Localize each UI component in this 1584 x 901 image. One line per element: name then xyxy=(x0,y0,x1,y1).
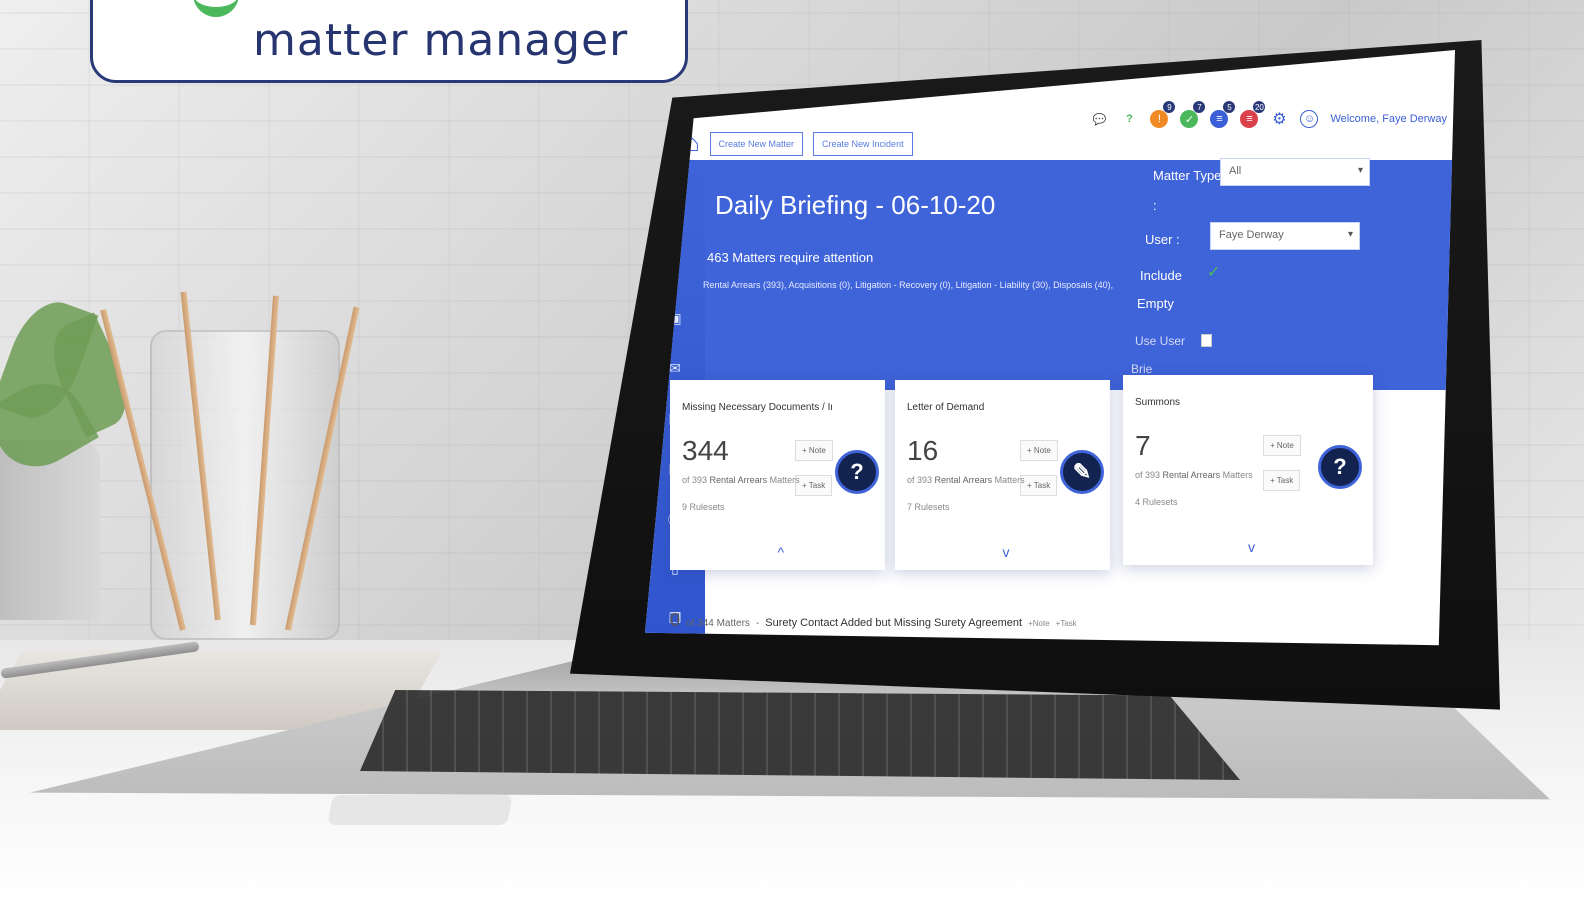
gear-icon[interactable]: ⚙ xyxy=(1270,110,1288,128)
welcome-text: Welcome, Faye Derway xyxy=(1330,113,1447,125)
chevron-down-icon[interactable]: v xyxy=(1248,539,1255,555)
ruleset-count: 0 xyxy=(670,610,681,630)
chat-icon[interactable]: 💬 xyxy=(1090,110,1108,128)
logo-text: matter manager xyxy=(253,15,629,66)
missing-document-icon: ? xyxy=(835,450,879,494)
add-task-button[interactable]: + Task xyxy=(1020,475,1058,496)
summons-person-icon: ? xyxy=(1318,445,1362,489)
card-letter-of-demand[interactable]: Letter of Demand 16 + Note + Task of 393… xyxy=(895,380,1110,570)
matter-type-colon: : xyxy=(1153,198,1157,213)
ruleset-add-task-button[interactable]: +Task xyxy=(1056,619,1077,628)
ruleset-name: Surety Contact Added but Missing Surety … xyxy=(765,617,1023,629)
card-rulesets: 7 Rulesets xyxy=(907,502,950,512)
create-matter-button[interactable]: Create New Matter xyxy=(709,132,804,156)
header-icons: 💬 ? ! 9 ✓ 7 ≡ 5 ≡ 20 ⚙ ☺ Welcome, Faye Derwa… xyxy=(1090,101,1447,128)
ruleset-total: of 344 Matters xyxy=(686,618,750,629)
list-icon[interactable]: ≡ 5 xyxy=(1210,101,1236,128)
nav-row: ⌂ Create New Matter Create New Incident xyxy=(685,130,913,158)
logo-badge: matter manager xyxy=(90,0,688,83)
card-rulesets: 9 Rulesets xyxy=(682,502,725,512)
add-note-button[interactable]: + Note xyxy=(1263,435,1301,456)
alert-icon[interactable]: ! 9 xyxy=(1150,101,1176,128)
brief-label: Brie xyxy=(1131,362,1153,376)
add-note-button[interactable]: + Note xyxy=(1020,440,1058,461)
task-check-icon[interactable]: ✓ 7 xyxy=(1180,101,1206,128)
plant-pot xyxy=(0,440,100,620)
user-label: User : xyxy=(1145,232,1180,247)
empty-label: Empty xyxy=(1137,296,1174,311)
flag-badge: 20 xyxy=(1253,101,1266,113)
task-badge: 7 xyxy=(1193,101,1206,113)
include-empty-checkmark-icon[interactable]: ✓ xyxy=(1207,262,1220,282)
card-title: Missing Necessary Documents / Informa... xyxy=(682,402,832,413)
letter-icon: ✎ xyxy=(1060,450,1104,494)
chevron-down-icon[interactable]: v xyxy=(1003,544,1010,560)
matter-type-select[interactable]: All xyxy=(1220,158,1370,186)
include-label: Include xyxy=(1140,268,1182,283)
logo-mark xyxy=(193,0,239,17)
create-incident-button[interactable]: Create New Incident xyxy=(813,132,913,156)
card-missing-documents[interactable]: Missing Necessary Documents / Informa...… xyxy=(670,380,885,570)
card-of-matters: of 393 Rental Arrears Matters xyxy=(682,475,800,485)
help-icon[interactable]: ? xyxy=(1120,110,1138,128)
ruleset-add-note-button[interactable]: +Note xyxy=(1028,619,1050,628)
user-avatar-icon[interactable]: ☺ xyxy=(1300,110,1319,128)
card-title: Letter of Demand xyxy=(907,402,985,413)
ruleset-row: 0 of 344 Matters - Surety Contact Added … xyxy=(670,610,1077,631)
briefing-title: Daily Briefing - 06-10-20 xyxy=(715,190,996,220)
alert-badge: 9 xyxy=(1163,101,1176,113)
card-title: Summons xyxy=(1135,397,1181,408)
card-summons[interactable]: Summons 7 + Note + Task of 393 Rental Ar… xyxy=(1123,375,1373,565)
use-user-checkbox[interactable] xyxy=(1201,334,1212,347)
user-value: Faye Derway xyxy=(1219,229,1284,241)
user-select[interactable]: Faye Derway xyxy=(1210,222,1360,250)
card-of-matters: of 393 Rental Arrears Matters xyxy=(1135,470,1253,480)
add-note-button[interactable]: + Note xyxy=(795,440,833,461)
flag-list-icon[interactable]: ≡ 20 xyxy=(1240,101,1266,128)
ruleset-separator: - xyxy=(755,618,760,629)
card-of-matters: of 393 Rental Arrears Matters xyxy=(907,475,1025,485)
laptop-keyboard xyxy=(360,690,1240,780)
chevron-up-icon[interactable]: ^ xyxy=(778,544,785,560)
card-count: 7 xyxy=(1135,430,1151,461)
matter-type-value: All xyxy=(1229,165,1242,177)
matter-type-label: Matter Type xyxy=(1153,168,1222,183)
card-rulesets: 4 Rulesets xyxy=(1135,497,1178,507)
list-badge: 5 xyxy=(1223,101,1236,113)
briefing-breakdown: Rental Arrears (393), Acquisitions (0), … xyxy=(703,280,1114,290)
laptop-trackpad xyxy=(327,795,513,825)
add-task-button[interactable]: + Task xyxy=(795,475,833,496)
card-count: 16 xyxy=(907,435,939,466)
laptop-screen: 💬 ? ! 9 ✓ 7 ≡ 5 ≡ 20 ⚙ ☺ Welcome, Faye Derwa… xyxy=(645,50,1455,646)
glass-jar xyxy=(150,330,340,640)
card-count: 344 xyxy=(682,435,729,466)
add-task-button[interactable]: + Task xyxy=(1263,470,1301,491)
use-user-label: Use User xyxy=(1135,334,1186,348)
briefing-summary: 463 Matters require attention xyxy=(707,250,874,265)
